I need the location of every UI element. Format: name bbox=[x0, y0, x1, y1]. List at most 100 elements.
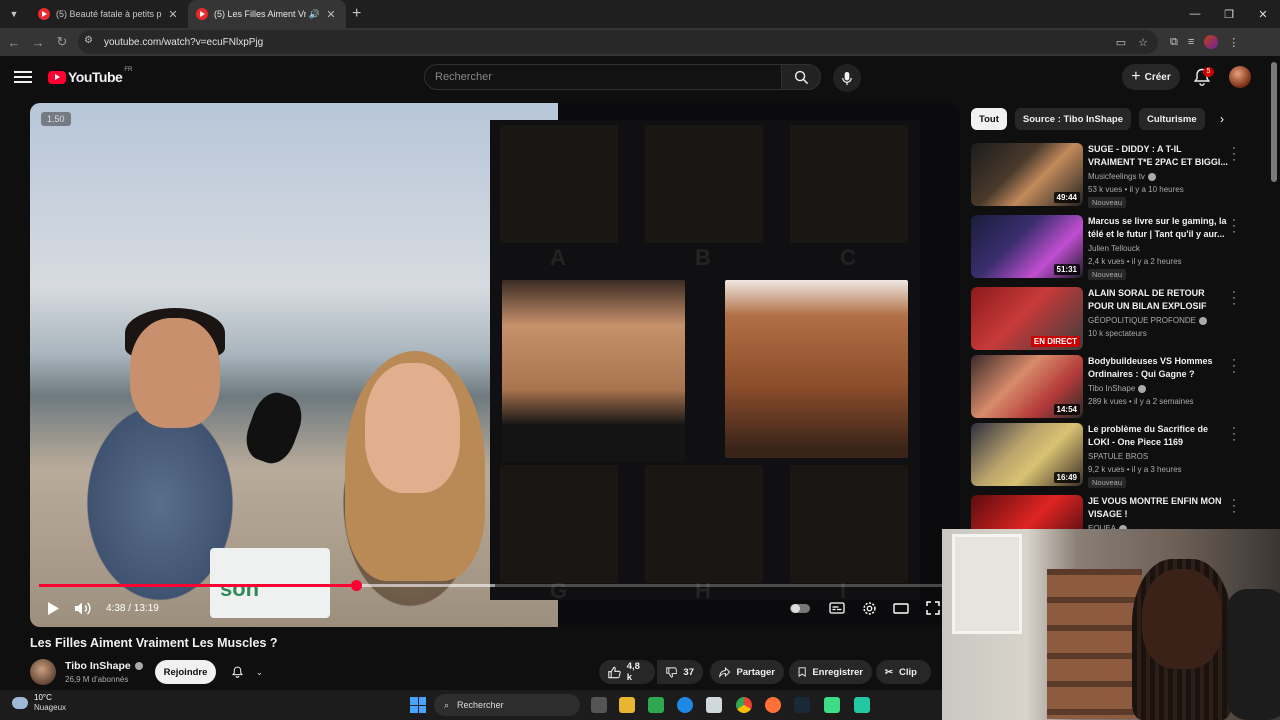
extensions-icon[interactable]: ⧉ bbox=[1170, 36, 1178, 49]
subscription-bell-dropdown[interactable]: ⌄ bbox=[225, 660, 269, 684]
recommended-channel-row[interactable]: Musicfeelings tv bbox=[1088, 172, 1156, 181]
create-button[interactable]: + Créer bbox=[1122, 64, 1180, 90]
browser-tab[interactable]: (5) Beauté fatale à petits prix | ... ✕ bbox=[30, 0, 188, 28]
new-tab-icon[interactable]: + bbox=[352, 5, 361, 23]
taskbar-search[interactable]: ⌕ Rechercher bbox=[434, 694, 580, 716]
recommended-video-title[interactable]: ALAIN SORAL DE RETOUR POUR UN BILAN EXPL… bbox=[1088, 287, 1228, 313]
task-view-icon[interactable] bbox=[591, 697, 607, 713]
save-label: Enregistrer bbox=[812, 666, 863, 678]
recommended-channel-row[interactable]: Tibo InShape bbox=[1088, 384, 1147, 393]
recommended-video[interactable]: JE VOUS MONTRE ENFIN MON VISAGE ! EOUEA · ·… bbox=[971, 495, 1251, 529]
video-thumbnail[interactable]: 16:49 bbox=[971, 423, 1083, 486]
recommended-video-title[interactable]: Bodybuildeuses VS Hommes Ordinaires : Qu… bbox=[1088, 355, 1228, 381]
chrome-icon[interactable] bbox=[736, 697, 752, 713]
firefox-icon[interactable] bbox=[765, 697, 781, 713]
video-player[interactable]: son A B C G H I 1.50 4:38 / 13:19 bbox=[30, 103, 960, 627]
channel-avatar[interactable] bbox=[30, 659, 56, 685]
recommended-video[interactable]: 14:54 Bodybuildeuses VS Hommes Ordinaires… bbox=[971, 355, 1251, 419]
recommended-video-title[interactable]: Marcus se livre sur le gaming, la télé e… bbox=[1088, 215, 1228, 241]
recommended-channel-row[interactable]: GÉOPOLITIQUE PROFONDE bbox=[1088, 316, 1208, 325]
store-icon[interactable] bbox=[706, 697, 722, 713]
video-thumbnail[interactable]: 14:54 bbox=[971, 355, 1083, 418]
video-thumbnail[interactable]: EN DIRECT bbox=[971, 287, 1083, 350]
back-icon[interactable]: ← bbox=[2, 30, 26, 54]
cast-icon[interactable]: ▭ bbox=[1116, 36, 1126, 49]
volume-button[interactable] bbox=[68, 593, 98, 623]
file-explorer-icon[interactable] bbox=[619, 697, 635, 713]
voice-search-button[interactable] bbox=[833, 64, 861, 92]
like-button[interactable]: 4,8 k bbox=[599, 660, 655, 684]
search-input[interactable]: Rechercher bbox=[424, 64, 782, 90]
chip-bodybuilding[interactable]: Culturisme bbox=[1139, 108, 1205, 130]
bell-icon bbox=[231, 666, 243, 678]
recommended-video-title[interactable]: Le problème du Sacrifice de LOKI - One P… bbox=[1088, 423, 1228, 449]
chevron-right-icon[interactable]: › bbox=[1213, 110, 1231, 128]
site-info-icon[interactable]: ⚙ bbox=[84, 35, 98, 49]
edge-browser-icon[interactable] bbox=[677, 697, 693, 713]
forward-icon[interactable]: → bbox=[26, 30, 50, 54]
video-thumbnail[interactable]: 49:44 bbox=[971, 143, 1083, 206]
dislike-button[interactable]: 37 bbox=[657, 660, 703, 684]
physique-cell-a bbox=[500, 125, 618, 243]
bookmark-star-icon[interactable]: ☆ bbox=[1138, 36, 1148, 49]
minimize-icon[interactable]: — bbox=[1178, 0, 1212, 28]
youtube-logo[interactable]: YouTube FR bbox=[48, 67, 132, 85]
tab-search-icon[interactable]: ▼ bbox=[4, 4, 24, 24]
clip-button[interactable]: ✂ Clip bbox=[876, 660, 931, 684]
share-icon bbox=[719, 667, 731, 678]
recommended-video[interactable]: 49:44 SUGE - DIDDY : A T-IL VRAIMENT T*E … bbox=[971, 143, 1251, 208]
more-options-icon[interactable]: · · · bbox=[1229, 143, 1239, 166]
reload-icon[interactable]: ↻ bbox=[50, 30, 74, 54]
video-thumbnail[interactable]: 51:31 bbox=[971, 215, 1083, 278]
webcam-bookshelf bbox=[1047, 569, 1142, 719]
xbox-icon[interactable] bbox=[648, 697, 664, 713]
more-options-icon[interactable]: · · · bbox=[1229, 495, 1239, 518]
steam-icon[interactable] bbox=[794, 697, 810, 713]
close-tab-icon[interactable]: ✕ bbox=[324, 8, 338, 21]
chip-all[interactable]: Tout bbox=[971, 108, 1007, 130]
browser-menu-icon[interactable]: ⋮ bbox=[1228, 36, 1239, 49]
windows-start-icon[interactable] bbox=[410, 697, 426, 713]
settings-button[interactable] bbox=[854, 593, 884, 623]
recommended-video-title[interactable]: JE VOUS MONTRE ENFIN MON VISAGE ! bbox=[1088, 495, 1228, 521]
page-scrollbar[interactable] bbox=[1271, 62, 1277, 182]
messenger-app-icon[interactable] bbox=[854, 697, 870, 713]
theater-mode-button[interactable] bbox=[886, 593, 916, 623]
autoplay-toggle[interactable] bbox=[790, 603, 810, 613]
recommended-video[interactable]: 51:31 Marcus se livre sur le gaming, la t… bbox=[971, 215, 1251, 280]
more-options-icon[interactable]: · · · bbox=[1229, 423, 1239, 446]
recommended-video-title[interactable]: SUGE - DIDDY : A T-IL VRAIMENT T*E 2PAC … bbox=[1088, 143, 1228, 169]
app-icon[interactable] bbox=[824, 697, 840, 713]
more-options-icon[interactable]: · · · bbox=[1229, 215, 1239, 238]
weather-widget[interactable]: 10°C Nuageux bbox=[12, 693, 66, 713]
share-button[interactable]: Partager bbox=[710, 660, 784, 684]
search-button[interactable] bbox=[781, 64, 821, 90]
more-options-icon[interactable]: · · · bbox=[1229, 355, 1239, 378]
subtitles-button[interactable] bbox=[822, 593, 852, 623]
play-button[interactable] bbox=[38, 593, 68, 623]
video-title: Les Filles Aiment Vraiment Les Muscles ? bbox=[30, 636, 278, 650]
video-thumbnail[interactable] bbox=[971, 495, 1083, 529]
browser-tab-active[interactable]: (5) Les Filles Aiment Vraime... 🔊 ✕ bbox=[188, 0, 346, 28]
more-options-icon[interactable]: · · · bbox=[1229, 287, 1239, 310]
browser-profile-avatar[interactable] bbox=[1204, 35, 1219, 49]
close-window-icon[interactable]: ✕ bbox=[1246, 0, 1280, 28]
hamburger-menu-icon[interactable] bbox=[14, 68, 32, 86]
media-controls-icon[interactable]: ≡ bbox=[1188, 36, 1194, 48]
url-field[interactable]: ⚙ youtube.com/watch?v=ecuFNlxpPjg ▭ ☆ bbox=[78, 30, 1158, 54]
recommended-video[interactable]: EN DIRECT ALAIN SORAL DE RETOUR POUR UN B… bbox=[971, 287, 1251, 351]
save-button[interactable]: Enregistrer bbox=[789, 660, 872, 684]
user-avatar[interactable] bbox=[1229, 66, 1251, 88]
like-count: 4,8 k bbox=[626, 661, 640, 683]
progress-bar[interactable] bbox=[39, 580, 951, 591]
speaker-icon[interactable]: 🔊 bbox=[309, 9, 320, 20]
recommended-channel-row[interactable]: Julien Tellouck bbox=[1088, 244, 1140, 253]
close-tab-icon[interactable]: ✕ bbox=[166, 8, 180, 21]
chip-source-channel[interactable]: Source : Tibo InShape bbox=[1014, 108, 1131, 130]
recommended-video[interactable]: 16:49 Le problème du Sacrifice de LOKI - … bbox=[971, 423, 1251, 488]
channel-name-row[interactable]: Tibo InShape bbox=[65, 660, 143, 672]
recommended-channel-row[interactable]: SPATULE BROS bbox=[1088, 452, 1148, 461]
join-button[interactable]: Rejoindre bbox=[155, 660, 216, 684]
maximize-icon[interactable]: ❐ bbox=[1212, 0, 1246, 28]
physique-cell-i bbox=[790, 465, 908, 583]
